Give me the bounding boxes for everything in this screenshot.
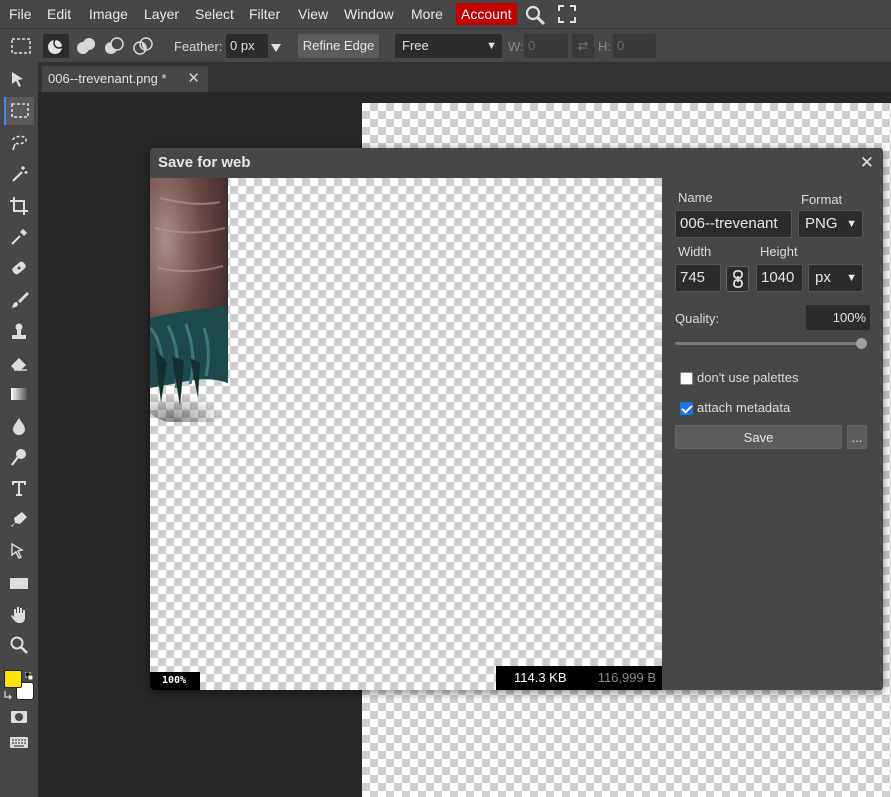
search-icon[interactable] <box>524 4 546 26</box>
dont-use-palettes-checkbox[interactable] <box>680 372 693 385</box>
account-button[interactable]: Account <box>456 3 517 25</box>
menu-view[interactable]: View <box>294 3 332 25</box>
menu-bar: File Edit Image Layer Select Filter View… <box>0 0 891 28</box>
feather-dropdown-icon[interactable] <box>271 41 281 52</box>
clone-stamp-tool-icon[interactable] <box>4 318 34 346</box>
file-size-kb: 114.3 KB <box>514 670 567 685</box>
menu-file[interactable]: File <box>5 3 36 25</box>
name-input[interactable]: 006--trevenant <box>675 210 792 238</box>
chevron-down-icon: ▼ <box>846 218 857 230</box>
attach-metadata-checkbox[interactable] <box>680 402 693 415</box>
height-label: H: <box>598 39 611 54</box>
width-label: Width <box>678 244 712 259</box>
zoom-level: 100% <box>150 672 200 690</box>
selection-add-icon[interactable] <box>73 34 99 58</box>
crop-tool-icon[interactable] <box>4 192 34 220</box>
document-tab[interactable]: 006--trevenant.png * ✕ <box>42 66 208 92</box>
quick-mask-icon[interactable] <box>4 703 34 731</box>
swap-colors-icon[interactable] <box>4 688 14 700</box>
format-select-value: PNG <box>805 215 838 232</box>
move-tool-icon[interactable] <box>4 66 34 94</box>
default-colors-icon[interactable] <box>24 668 34 681</box>
width-label: W: <box>508 39 524 54</box>
marquee-rect-icon[interactable] <box>10 36 32 56</box>
menu-window[interactable]: Window <box>340 3 398 25</box>
quality-label: Quality: <box>675 311 720 326</box>
quality-input[interactable]: 100% <box>806 305 870 330</box>
document-tab-bar: 006--trevenant.png * ✕ <box>38 62 891 92</box>
menu-image[interactable]: Image <box>85 3 132 25</box>
chevron-down-icon: ▼ <box>486 40 497 52</box>
eraser-tool-icon[interactable] <box>4 349 34 377</box>
height-input[interactable]: 0 <box>613 34 656 58</box>
tool-bar <box>0 62 38 797</box>
zoom-tool-icon[interactable] <box>4 631 34 659</box>
document-tab-title: 006--trevenant.png * <box>48 71 167 86</box>
height-label: Height <box>760 244 798 259</box>
quality-slider-track[interactable] <box>675 342 867 345</box>
menu-select[interactable]: Select <box>191 3 238 25</box>
format-label: Format <box>801 192 843 207</box>
dodge-tool-icon[interactable] <box>4 443 34 471</box>
refine-edge-button[interactable]: Refine Edge <box>298 34 379 58</box>
width-input[interactable]: 745 <box>675 264 721 292</box>
width-input[interactable]: 0 <box>524 34 568 58</box>
eyedropper-tool-icon[interactable] <box>4 223 34 251</box>
dont-use-palettes-label: don't use palettes <box>697 370 799 385</box>
keyboard-icon[interactable] <box>4 728 34 756</box>
menu-edit[interactable]: Edit <box>43 3 75 25</box>
magic-wand-tool-icon[interactable] <box>4 160 34 188</box>
format-select[interactable]: PNG ▼ <box>798 210 863 238</box>
selection-intersect-icon[interactable] <box>130 34 156 58</box>
link-dimensions-icon[interactable] <box>726 266 749 292</box>
style-select[interactable]: Free ▼ <box>395 34 502 58</box>
image-preview[interactable]: 100% 114.3 KB 116,999 B <box>150 178 662 690</box>
selection-new-icon[interactable] <box>43 34 69 58</box>
fullscreen-icon[interactable] <box>558 5 576 23</box>
menu-layer[interactable]: Layer <box>140 3 183 25</box>
style-select-value: Free <box>402 38 429 53</box>
path-select-tool-icon[interactable] <box>4 538 34 566</box>
swap-icon[interactable]: ⇄ <box>572 34 594 58</box>
preview-image <box>150 178 230 422</box>
rectangle-tool-icon[interactable] <box>4 569 34 597</box>
options-bar: Feather: 0 px Refine Edge Free ▼ W: 0 ⇄ … <box>0 28 891 62</box>
hand-tool-icon[interactable] <box>4 600 34 628</box>
close-icon[interactable]: ✕ <box>860 153 874 173</box>
gradient-tool-icon[interactable] <box>4 380 34 408</box>
blur-tool-icon[interactable] <box>4 412 34 440</box>
feather-input[interactable]: 0 px <box>226 34 268 58</box>
unit-select-value: px <box>815 269 831 286</box>
menu-more[interactable]: More <box>407 3 447 25</box>
brush-tool-icon[interactable] <box>4 286 34 314</box>
name-label: Name <box>678 190 713 205</box>
close-icon[interactable]: ✕ <box>187 66 200 92</box>
file-size-bar: 114.3 KB 116,999 B <box>496 666 662 690</box>
attach-metadata-label: attach metadata <box>697 400 791 415</box>
height-input[interactable]: 1040 <box>756 264 803 292</box>
foreground-color-swatch[interactable] <box>4 670 22 688</box>
chevron-down-icon: ▼ <box>846 272 857 284</box>
more-options-button[interactable]: ... <box>847 425 867 449</box>
healing-brush-tool-icon[interactable] <box>4 254 34 282</box>
marquee-tool-icon[interactable] <box>4 97 34 125</box>
quality-slider-thumb[interactable] <box>856 338 867 349</box>
type-tool-icon[interactable] <box>4 474 34 502</box>
unit-select[interactable]: px ▼ <box>808 264 863 292</box>
feather-label: Feather: <box>174 39 223 54</box>
save-for-web-dialog: Save for web ✕ 100% 114.3 KB 116,999 B N… <box>150 148 883 690</box>
lasso-tool-icon[interactable] <box>4 128 34 156</box>
pen-tool-icon[interactable] <box>4 506 34 534</box>
file-size-bytes: 116,999 B <box>597 670 656 685</box>
menu-filter[interactable]: Filter <box>245 3 284 25</box>
selection-subtract-icon[interactable] <box>101 34 127 58</box>
save-button[interactable]: Save <box>675 425 842 449</box>
dialog-title: Save for web <box>158 154 251 171</box>
